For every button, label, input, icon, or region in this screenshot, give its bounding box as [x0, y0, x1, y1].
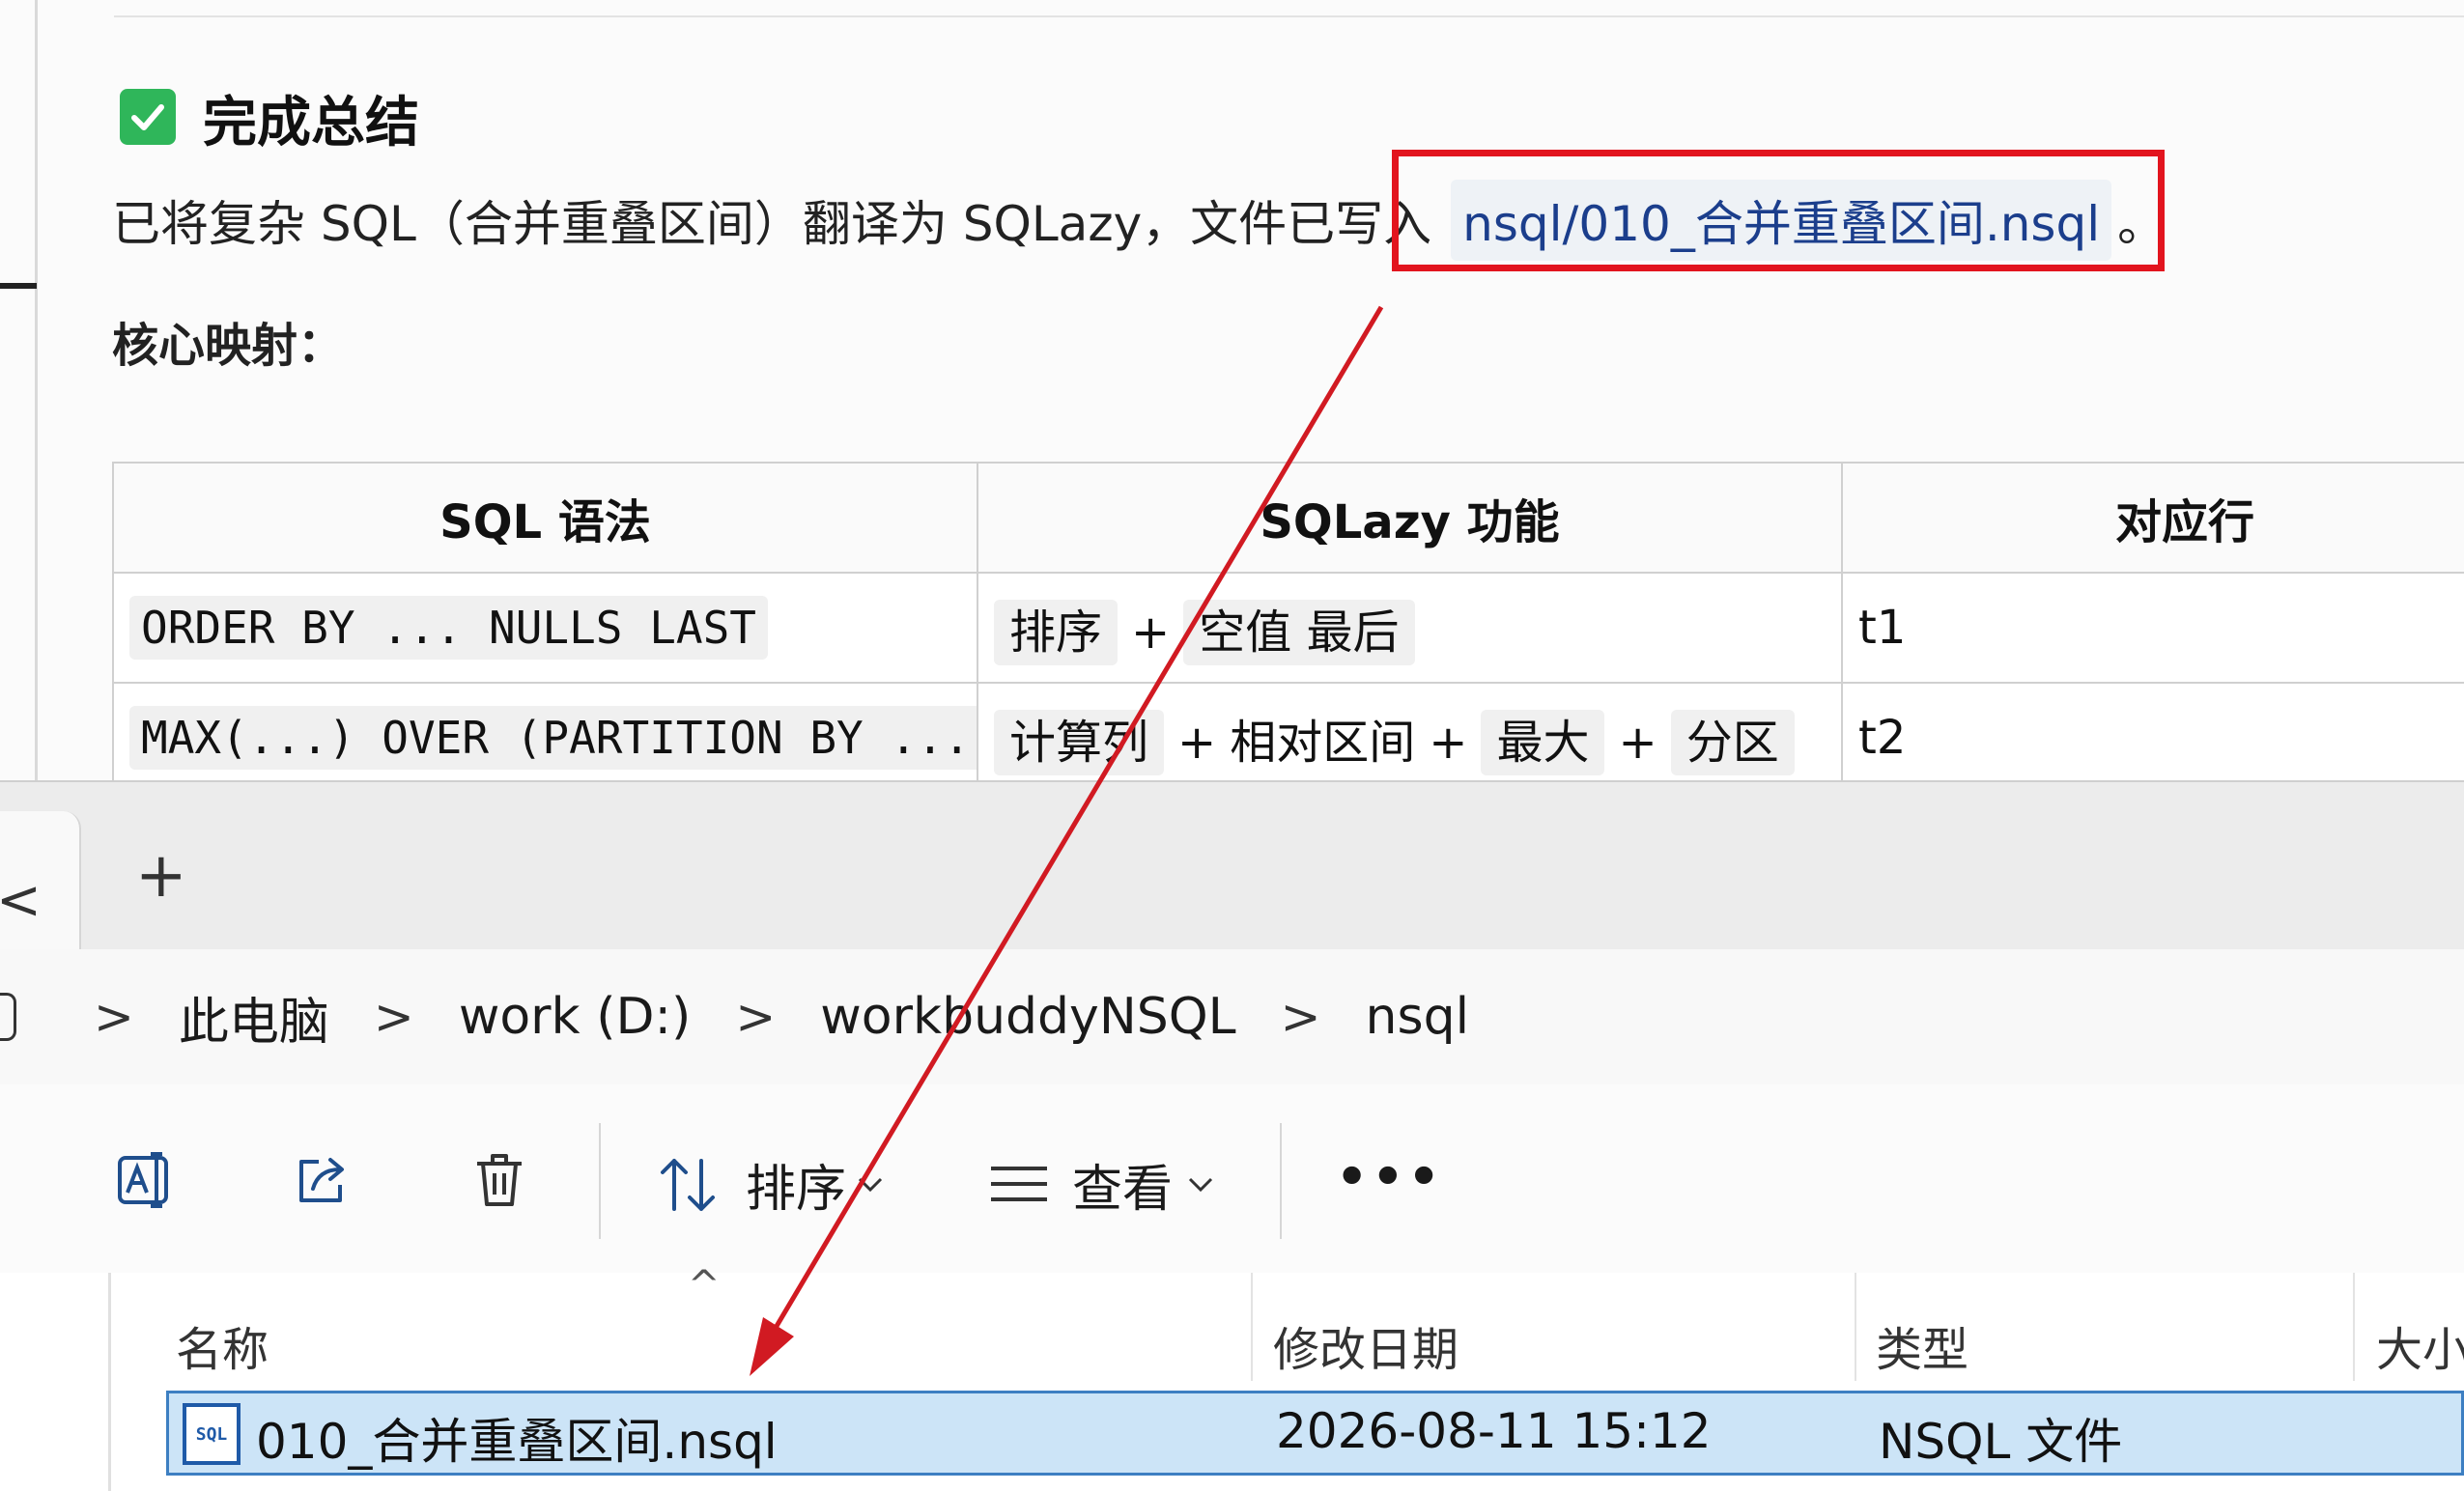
toolbar-divider: [1280, 1123, 1282, 1239]
feature-chip: 排序: [994, 600, 1119, 665]
new-tab-button[interactable]: +: [135, 840, 187, 912]
column-divider[interactable]: [2353, 1273, 2355, 1381]
breadcrumb-work-drive[interactable]: work (D:): [459, 988, 692, 1046]
feature-chip: 最大: [1481, 710, 1605, 775]
address-bar[interactable]: > 此电脑 > work (D:) > workbuddyNSQL > nsql: [0, 949, 2464, 1086]
sql-syntax-cell: ORDER BY ... NULLS LAST: [112, 572, 978, 684]
list-border: [108, 1273, 111, 1491]
column-divider[interactable]: [1251, 1273, 1253, 1381]
chevron-down-icon: [858, 1177, 883, 1192]
file-list: ^ 名称 修改日期 类型 大小 SQL 010_合并重叠区间.nsql 2026…: [0, 1263, 2464, 1491]
breadcrumb-workbuddynsql[interactable]: workbuddyNSQL: [820, 988, 1235, 1046]
sort-label: 排序: [746, 1161, 847, 1219]
file-explorer-window: < + > 此电脑 > work (D:) > workbuddyNSQL > …: [0, 780, 2464, 1491]
more-options-button[interactable]: •••: [1336, 1148, 1444, 1206]
sql-code: MAX(...) OVER (PARTITION BY ...: [129, 706, 976, 770]
sqlazy-feature-cell: 计算列 + 相对区间 + 最大 + 分区: [977, 682, 1843, 782]
column-header-size[interactable]: 大小: [2376, 1311, 2464, 1379]
share-button[interactable]: [290, 1148, 354, 1212]
rename-button[interactable]: [114, 1148, 178, 1212]
breadcrumb-separator: >: [373, 989, 414, 1045]
plus-sign: +: [1429, 716, 1468, 770]
check-icon: [120, 89, 176, 145]
nsql-file-icon: SQL: [183, 1403, 241, 1465]
panel-marker: [0, 283, 37, 289]
file-row[interactable]: SQL 010_合并重叠区间.nsql 2026-08-11 15:12 NSQ…: [166, 1391, 2464, 1476]
mapping-table: SQL 语法 SQLazy 功能 对应行 ORDER BY ... NULLS …: [112, 462, 2464, 782]
panel-left-border: [35, 0, 38, 782]
mapping-subheading: 核心映射：: [112, 319, 345, 373]
feature-chip: 空值 最后: [1183, 600, 1415, 665]
breadcrumb-this-pc[interactable]: 此电脑: [179, 981, 329, 1054]
plus-sign: +: [1131, 605, 1171, 660]
annotation-highlight-box: [1392, 150, 2165, 271]
table-header-row: SQL 语法 SQLazy 功能 对应行: [112, 462, 2464, 574]
rename-icon: [118, 1152, 168, 1208]
summary-heading: 完成总结: [203, 92, 419, 155]
breadcrumb-separator: >: [1280, 989, 1321, 1045]
share-icon: [299, 1158, 344, 1202]
feature-chip: 分区: [1670, 710, 1795, 775]
chevron-left-icon[interactable]: <: [0, 869, 42, 932]
column-header-line: 对应行: [1841, 462, 2464, 574]
command-bar: 排序 查看 •••: [0, 1084, 2464, 1275]
feature-text: 相对区间: [1230, 716, 1416, 770]
divider: [114, 15, 2464, 17]
trash-icon: [477, 1154, 522, 1206]
column-header-feature: SQLazy 功能: [977, 462, 1843, 574]
breadcrumb-separator: >: [735, 989, 777, 1045]
breadcrumb-separator: >: [94, 989, 134, 1045]
column-header-name[interactable]: 名称: [176, 1311, 269, 1379]
line-ref-cell: t2: [1841, 682, 2464, 782]
line-ref-cell: t1: [1841, 572, 2464, 684]
summary-sentence: 已将复杂 SQL（合并重叠区间）翻译为 SQLazy，文件已写入: [112, 196, 1432, 252]
sort-button[interactable]: 排序: [655, 1148, 885, 1221]
file-modified: 2026-08-11 15:12: [1276, 1403, 1712, 1459]
view-label: 查看: [1072, 1161, 1174, 1219]
table-row: MAX(...) OVER (PARTITION BY ... 计算列 + 相对区间 +…: [112, 682, 2464, 782]
sort-icon: [661, 1158, 715, 1211]
view-button[interactable]: 查看: [987, 1148, 1215, 1221]
column-divider[interactable]: [1855, 1273, 1856, 1381]
delete-button[interactable]: [467, 1148, 531, 1212]
breadcrumb-nsql[interactable]: nsql: [1366, 988, 1470, 1046]
plus-sign: +: [1177, 716, 1217, 770]
tab-current[interactable]: <: [0, 811, 81, 951]
sql-code: ORDER BY ... NULLS LAST: [129, 596, 768, 660]
sql-syntax-cell: MAX(...) OVER (PARTITION BY ...: [112, 682, 978, 782]
summary-panel: 完成总结 已将复杂 SQL（合并重叠区间）翻译为 SQLazy，文件已写入 ns…: [0, 0, 2464, 782]
column-header-type[interactable]: 类型: [1876, 1311, 1968, 1379]
sqlazy-feature-cell: 排序 + 空值 最后: [977, 572, 1843, 684]
plus-sign: +: [1618, 716, 1657, 770]
column-header-modified[interactable]: 修改日期: [1273, 1311, 1459, 1379]
view-list-icon: [991, 1166, 1047, 1201]
feature-chip: 计算列: [994, 710, 1165, 775]
sort-ascending-icon: ^: [688, 1263, 721, 1308]
tab-bar: < +: [0, 780, 2464, 951]
file-type: NSQL 文件: [1879, 1414, 2123, 1470]
table-row: ORDER BY ... NULLS LAST 排序 + 空值 最后 t1: [112, 572, 2464, 684]
monitor-icon: [0, 993, 16, 1041]
file-name: 010_合并重叠区间.nsql: [256, 1414, 778, 1470]
chevron-down-icon: [1188, 1177, 1213, 1192]
toolbar-divider: [599, 1123, 601, 1239]
column-header-sql: SQL 语法: [112, 462, 978, 574]
